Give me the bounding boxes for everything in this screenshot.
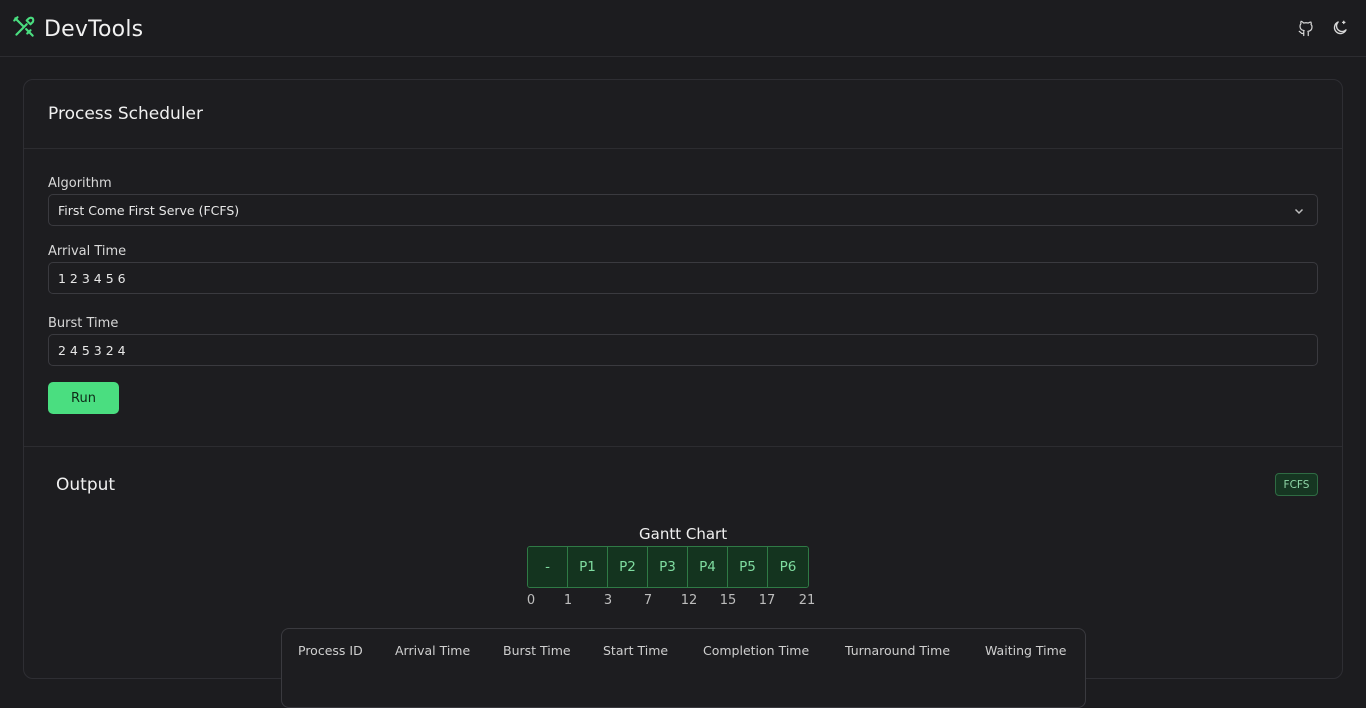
theme-toggle-icon[interactable]: [1330, 18, 1350, 38]
gantt-time-tick: 21: [798, 593, 816, 608]
gantt-time-tick: 17: [758, 593, 776, 608]
scheduler-card: Process Scheduler Algorithm First Come F…: [23, 79, 1343, 708]
output-title: Output: [56, 475, 116, 495]
chevron-down-icon: [1293, 205, 1305, 220]
page-title: Process Scheduler: [48, 104, 204, 124]
gantt-cell-idle: -: [528, 547, 568, 587]
algorithm-label: Algorithm: [48, 176, 112, 191]
gantt-time-tick: 0: [526, 593, 536, 608]
burst-time-input[interactable]: 2 4 5 3 2 4: [48, 334, 1318, 366]
scheduler-form: Algorithm First Come First Serve (FCFS) …: [48, 176, 1319, 414]
burst-time-label: Burst Time: [48, 316, 119, 331]
run-button[interactable]: Run: [48, 382, 119, 414]
gantt-cell-p6: P6: [768, 547, 808, 587]
gantt-chart-title: Gantt Chart: [639, 525, 728, 543]
gantt-chart: - P1 P2 P3 P4 P5 P6: [527, 546, 809, 588]
algorithm-select-value: First Come First Serve (FCFS): [58, 202, 240, 218]
gantt-cell-p3: P3: [648, 547, 688, 587]
gantt-time-axis: 0 1 3 7 12 15 17 21: [527, 593, 817, 611]
table-header-row: Process ID Arrival Time Burst Time Start…: [282, 629, 1085, 658]
gantt-cell-p5: P5: [728, 547, 768, 587]
tools-icon: [11, 14, 37, 44]
gantt-time-tick: 1: [563, 593, 573, 608]
arrival-time-value: 1 2 3 4 5 6: [58, 270, 126, 286]
section-divider: [24, 446, 1342, 447]
gantt-cell-p4: P4: [688, 547, 728, 587]
top-navbar: DevTools: [0, 0, 1366, 57]
arrival-time-label: Arrival Time: [48, 244, 127, 259]
burst-time-value: 2 4 5 3 2 4: [58, 342, 126, 358]
app-title: DevTools: [44, 16, 144, 42]
gantt-cell-p1: P1: [568, 547, 608, 587]
gantt-time-tick: 7: [643, 593, 653, 608]
results-table: Process ID Arrival Time Burst Time Start…: [281, 628, 1086, 708]
gantt-time-tick: 12: [680, 593, 698, 608]
gantt-time-tick: 3: [603, 593, 613, 608]
github-icon[interactable]: [1296, 18, 1316, 38]
brand[interactable]: DevTools: [11, 14, 143, 44]
gantt-cell-p2: P2: [608, 547, 648, 587]
gantt-time-tick: 15: [719, 593, 737, 608]
algorithm-select[interactable]: First Come First Serve (FCFS): [48, 194, 1318, 226]
arrival-time-input[interactable]: 1 2 3 4 5 6: [48, 262, 1318, 294]
algorithm-badge: FCFS: [1275, 473, 1318, 496]
card-header: Process Scheduler: [24, 80, 1342, 149]
